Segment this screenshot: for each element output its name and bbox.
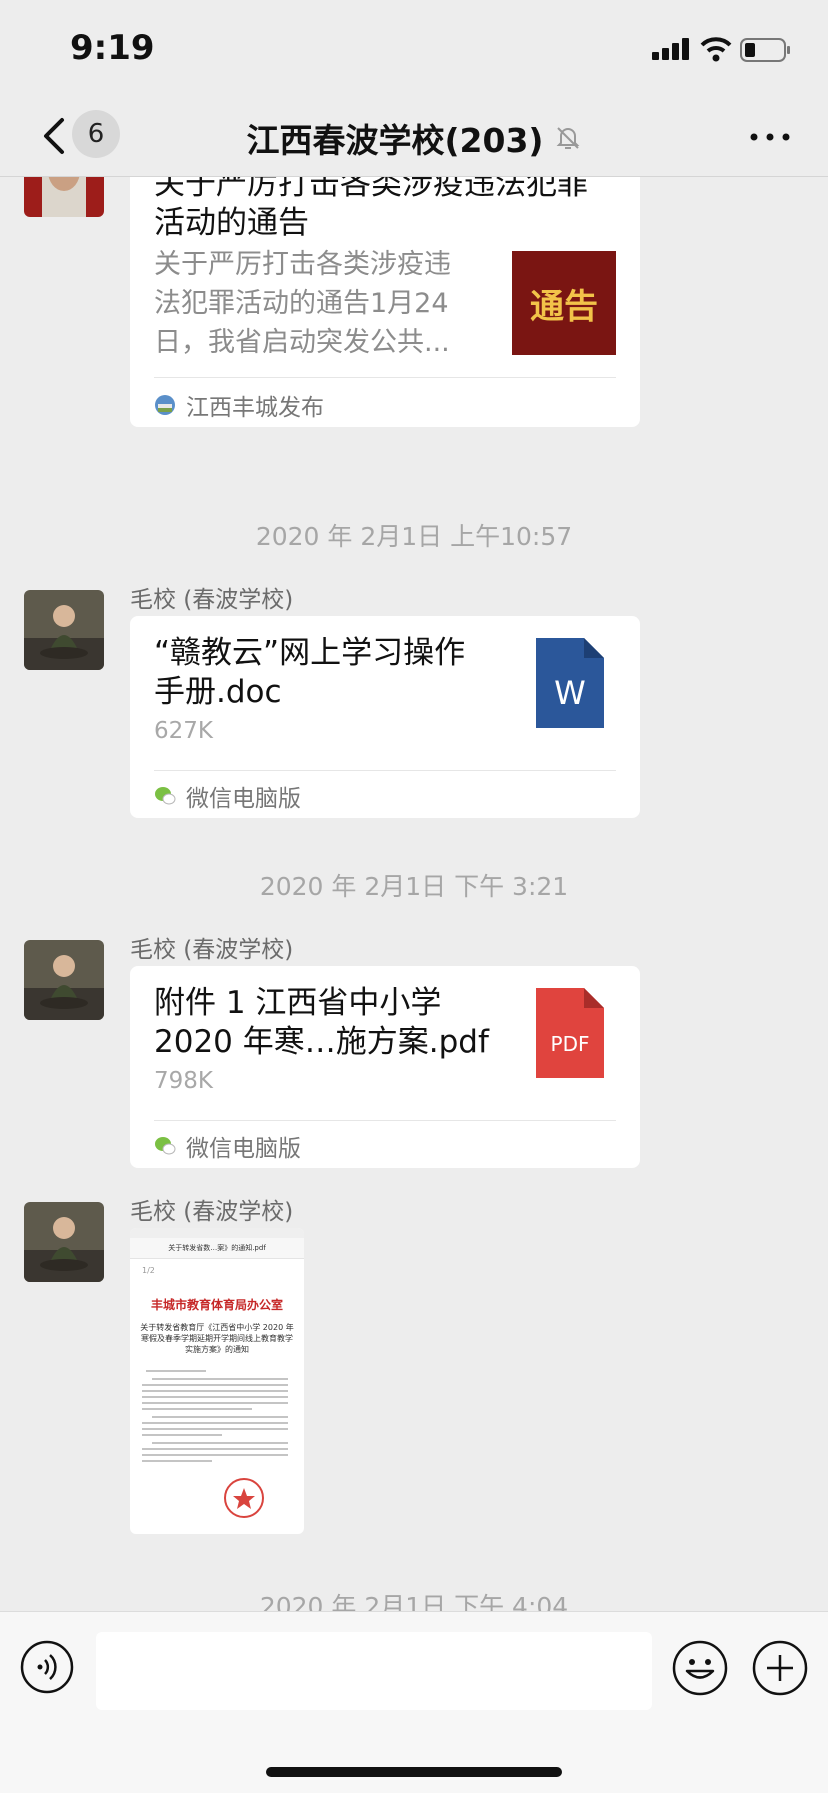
sender-avatar[interactable] bbox=[24, 1202, 104, 1282]
more-functions-plus-button[interactable] bbox=[752, 1640, 808, 1696]
article-title: 关于严厉打击各类涉疫违法犯罪活动的通告 bbox=[154, 177, 588, 241]
chat-title: 江西春波学校(203) bbox=[246, 121, 544, 160]
source-name: 微信电脑版 bbox=[186, 1136, 301, 1162]
unread-count-badge[interactable]: 6 bbox=[72, 110, 120, 158]
emoji-button[interactable] bbox=[672, 1640, 728, 1696]
thumbnail-text: 通告 bbox=[530, 286, 598, 327]
status-time: 9:19 bbox=[70, 28, 155, 68]
source-name: 江西丰城发布 bbox=[186, 395, 324, 421]
chat-message-list[interactable]: 关于严厉打击各类涉疫违法犯罪活动的通告 关于严厉打击各类涉疫违法犯罪活动的通告1… bbox=[0, 177, 828, 1611]
input-bar bbox=[0, 1611, 828, 1793]
sender-name: 毛校 (春波学校) bbox=[130, 587, 294, 613]
official-account-icon bbox=[155, 395, 175, 415]
file-size: 627K bbox=[154, 718, 213, 744]
wifi-icon bbox=[700, 37, 732, 62]
sender-name: 毛校 (春波学校) bbox=[130, 937, 294, 963]
more-options-button[interactable] bbox=[748, 122, 792, 152]
home-indicator bbox=[266, 1767, 562, 1777]
card-divider bbox=[154, 377, 616, 378]
card-divider bbox=[154, 770, 616, 771]
message-timestamp: 2020 年 2月1日 下午 4:04 bbox=[259, 1592, 569, 1611]
article-card[interactable]: 关于严厉打击各类涉疫违法犯罪活动的通告 关于严厉打击各类涉疫违法犯罪活动的通告1… bbox=[130, 177, 640, 427]
chat-title-area: 江西春波学校(203) bbox=[140, 100, 688, 176]
sender-avatar[interactable] bbox=[24, 940, 104, 1020]
status-bar: 9:19 bbox=[0, 0, 828, 100]
source-name: 微信电脑版 bbox=[186, 786, 301, 812]
image-thumbnail[interactable]: 关于转发省数…案》的通知.pdf 1/2 丰城市教育体育局办公室 关于转发省教育… bbox=[130, 1228, 304, 1534]
thumbnail-doc-org: 丰城市教育体育局办公室 bbox=[150, 1298, 283, 1312]
message-timestamp: 2020 年 2月1日 上午10:57 bbox=[255, 522, 573, 551]
file-card[interactable]: 附件 1 江西省中小学2020 年寒…施方案.pdf 798K PDF 微信电脑… bbox=[130, 966, 640, 1168]
pdf-document-icon: PDF bbox=[536, 988, 604, 1078]
message-text-input[interactable] bbox=[96, 1632, 652, 1710]
file-name: 附件 1 江西省中小学2020 年寒…施方案.pdf bbox=[154, 985, 489, 1060]
article-message: 关于严厉打击各类涉疫违法犯罪活动的通告 关于严厉打击各类涉疫违法犯罪活动的通告1… bbox=[0, 177, 828, 457]
message-timestamp: 2020 年 2月1日 下午 3:21 bbox=[259, 872, 569, 901]
nav-bar: 6 江西春波学校(203) bbox=[0, 100, 828, 177]
sender-avatar[interactable] bbox=[24, 590, 104, 670]
file-message-pdf: 毛校 (春波学校) 附件 1 江西省中小学2020 年寒…施方案.pdf 798… bbox=[0, 930, 828, 1170]
mute-notification-icon bbox=[556, 127, 579, 149]
wechat-pc-icon bbox=[155, 1137, 176, 1155]
file-size: 798K bbox=[154, 1068, 213, 1094]
thumbnail-status-strip bbox=[130, 1228, 304, 1238]
file-message-doc: 毛校 (春波学校) “赣教云”网上学习操作手册.doc 627K W 微信电脑版 bbox=[0, 580, 828, 820]
battery-icon bbox=[740, 38, 790, 62]
voice-input-button[interactable] bbox=[20, 1640, 74, 1694]
file-source: 微信电脑版 bbox=[154, 1128, 301, 1164]
article-source: 江西丰城发布 bbox=[154, 387, 324, 423]
back-button[interactable] bbox=[36, 110, 76, 162]
thumbnail-doc-title: 关于转发省教育厅《江西省中小学 2020 年寒假及春季学期延期开学期间线上教育教… bbox=[140, 1323, 294, 1354]
file-name: “赣教云”网上学习操作手册.doc bbox=[154, 635, 466, 710]
image-message: 毛校 (春波学校) 关于转发省数…案》的通知.pdf 1/2 丰城市教育体育局办… bbox=[0, 1192, 828, 1534]
thumbnail-doc-body bbox=[142, 1370, 288, 1518]
article-description: 关于严厉打击各类涉疫违法犯罪活动的通告1月24日，我省启动突发公共... bbox=[154, 249, 451, 358]
article-thumbnail: 通告 bbox=[512, 251, 616, 355]
word-document-icon: W bbox=[536, 638, 604, 728]
card-divider bbox=[154, 1120, 616, 1121]
thumbnail-doc-header: 关于转发省数…案》的通知.pdf bbox=[130, 1238, 304, 1259]
file-card[interactable]: “赣教云”网上学习操作手册.doc 627K W 微信电脑版 bbox=[130, 616, 640, 818]
sender-name: 毛校 (春波学校) bbox=[130, 1199, 294, 1225]
cellular-signal-icon bbox=[652, 38, 689, 60]
pdf-icon-label: PDF bbox=[550, 1032, 590, 1056]
thumbnail-page-number: 1/2 bbox=[142, 1266, 155, 1275]
sender-avatar[interactable] bbox=[24, 177, 104, 217]
word-icon-letter: W bbox=[554, 674, 586, 712]
file-source: 微信电脑版 bbox=[154, 778, 301, 814]
wechat-pc-icon bbox=[155, 787, 176, 805]
